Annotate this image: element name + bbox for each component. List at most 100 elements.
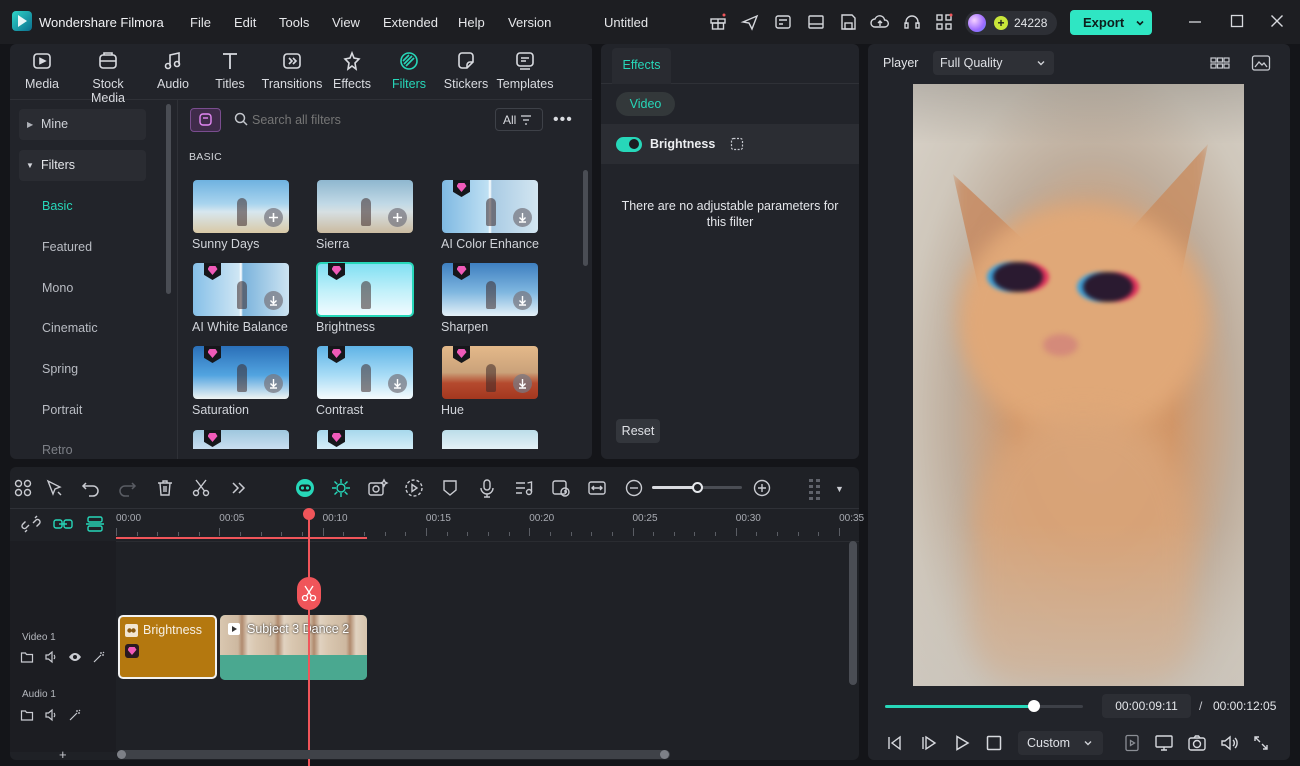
filter-thumbnail[interactable] xyxy=(193,346,289,399)
download-icon[interactable] xyxy=(513,291,532,310)
headset-icon[interactable] xyxy=(902,12,922,32)
grid-view-icon[interactable] xyxy=(1210,55,1230,71)
microphone-icon[interactable] xyxy=(477,478,497,498)
download-icon[interactable] xyxy=(264,291,283,310)
search-input[interactable] xyxy=(252,110,482,130)
sidebar-item-portrait[interactable]: Portrait xyxy=(42,403,82,417)
template-icon[interactable] xyxy=(773,12,793,32)
sidebar-item-basic[interactable]: Basic xyxy=(42,199,73,213)
sidebar-item-cinematic[interactable]: Cinematic xyxy=(42,321,98,335)
timeline-vertical-scrollbar[interactable] xyxy=(849,541,857,685)
reset-button[interactable]: Reset xyxy=(616,419,660,443)
tab-effects-panel[interactable]: Effects xyxy=(612,48,671,84)
minimize-icon[interactable] xyxy=(1187,13,1203,29)
delete-icon[interactable] xyxy=(155,478,175,498)
add-track-button[interactable]: + xyxy=(59,747,67,762)
tab-audio[interactable]: Audio xyxy=(143,50,203,91)
export-button[interactable]: Export xyxy=(1070,10,1152,35)
filter-thumbnail-partial[interactable] xyxy=(442,430,538,449)
previous-frame-icon[interactable] xyxy=(886,734,904,752)
quality-dropdown[interactable]: Full Quality xyxy=(933,51,1054,75)
render-preview-icon[interactable] xyxy=(1124,734,1140,752)
zoom-in-icon[interactable] xyxy=(752,478,772,498)
apps-icon[interactable] xyxy=(934,12,954,32)
fit-timeline-icon[interactable] xyxy=(587,478,607,498)
filter-thumbnail[interactable] xyxy=(442,263,538,316)
select-tool-icon[interactable] xyxy=(45,478,65,498)
folder-icon[interactable] xyxy=(20,650,34,664)
close-icon[interactable] xyxy=(1269,13,1285,29)
tab-stickers[interactable]: Stickers xyxy=(436,50,496,91)
filter-clip-brightness[interactable]: Brightness xyxy=(118,615,217,679)
marker-shield-icon[interactable] xyxy=(440,478,460,498)
tab-media[interactable]: Media xyxy=(12,50,72,91)
layout-icon[interactable] xyxy=(806,12,826,32)
ai-filter-button[interactable] xyxy=(190,108,221,132)
filter-thumbnail[interactable] xyxy=(193,180,289,233)
stop-icon[interactable] xyxy=(985,734,1003,752)
playback-handle[interactable] xyxy=(1028,700,1040,712)
filter-thumbnail[interactable] xyxy=(442,180,538,233)
split-clip-button[interactable] xyxy=(297,577,321,610)
download-icon[interactable] xyxy=(513,208,532,227)
filter-thumbnail[interactable] xyxy=(193,263,289,316)
magic-wand-icon[interactable] xyxy=(68,708,82,722)
sidebar-item-featured[interactable]: Featured xyxy=(42,240,92,254)
tab-filters[interactable]: Filters xyxy=(379,50,439,91)
filter-thumbnail[interactable] xyxy=(316,262,414,317)
tab-templates[interactable]: Templates xyxy=(495,50,555,91)
tab-effects[interactable]: Effects xyxy=(322,50,382,91)
cloud-upload-icon[interactable] xyxy=(870,12,890,32)
filter-thumbnail-partial[interactable] xyxy=(193,430,289,449)
link-break-icon[interactable] xyxy=(21,515,41,533)
add-icon[interactable] xyxy=(388,208,407,227)
grid-scrollbar[interactable] xyxy=(583,170,588,266)
drag-handle-icon[interactable] xyxy=(805,478,825,500)
fullscreen-icon[interactable] xyxy=(1252,734,1270,752)
video-clip[interactable]: Subject 3 Dance 2 xyxy=(220,615,367,680)
menu-extended[interactable]: Extended xyxy=(383,15,438,30)
ai-cutout-icon[interactable] xyxy=(367,478,389,498)
sidebar-scrollbar[interactable] xyxy=(166,104,171,294)
menu-help[interactable]: Help xyxy=(458,15,485,30)
menu-edit[interactable]: Edit xyxy=(234,15,256,30)
filter-thumbnail[interactable] xyxy=(317,180,413,233)
sidebar-item-spring[interactable]: Spring xyxy=(42,362,78,376)
filter-thumbnail-partial[interactable] xyxy=(317,430,413,449)
download-icon[interactable] xyxy=(388,374,407,393)
zoom-dropdown[interactable]: Custom xyxy=(1018,731,1103,755)
play-icon[interactable] xyxy=(953,734,971,752)
filter-thumbnail[interactable] xyxy=(442,346,538,399)
download-icon[interactable] xyxy=(513,374,532,393)
send-icon[interactable] xyxy=(740,12,760,32)
scissors-icon[interactable] xyxy=(191,478,211,498)
sidebar-mine[interactable]: ▶ Mine xyxy=(19,109,146,140)
sidebar-item-retro[interactable]: Retro xyxy=(42,443,73,457)
speaker-icon[interactable] xyxy=(44,650,58,664)
snap-icon[interactable] xyxy=(85,515,105,533)
gift-icon[interactable] xyxy=(708,12,728,32)
menu-file[interactable]: File xyxy=(190,15,211,30)
display-settings-icon[interactable] xyxy=(1154,733,1174,753)
scrollbar-start-handle[interactable] xyxy=(117,750,126,759)
subtab-video[interactable]: Video xyxy=(616,92,675,116)
more-options-icon[interactable]: ••• xyxy=(553,111,573,129)
menu-tools[interactable]: Tools xyxy=(279,15,309,30)
current-time[interactable]: 00:00:09:11 xyxy=(1102,694,1191,718)
auto-reframe-icon[interactable] xyxy=(551,478,571,498)
layout-grid-icon[interactable] xyxy=(13,478,33,498)
link-clips-icon[interactable] xyxy=(53,516,73,532)
tab-stock-media[interactable]: Stock Media xyxy=(74,50,142,105)
ai-mate-icon[interactable] xyxy=(294,478,314,498)
next-frame-icon[interactable] xyxy=(920,734,938,752)
volume-icon[interactable] xyxy=(1219,733,1239,753)
zoom-slider-handle[interactable] xyxy=(692,482,703,493)
auto-highlight-icon[interactable] xyxy=(331,478,351,498)
audio-mixer-icon[interactable] xyxy=(514,478,534,498)
playhead[interactable] xyxy=(308,509,310,766)
scrollbar-end-handle[interactable] xyxy=(660,750,669,759)
sidebar-filters[interactable]: ▼ Filters xyxy=(19,150,146,181)
timeline-horizontal-scrollbar[interactable] xyxy=(117,750,670,759)
filter-all-dropdown[interactable]: All xyxy=(495,108,543,131)
menu-view[interactable]: View xyxy=(332,15,360,30)
